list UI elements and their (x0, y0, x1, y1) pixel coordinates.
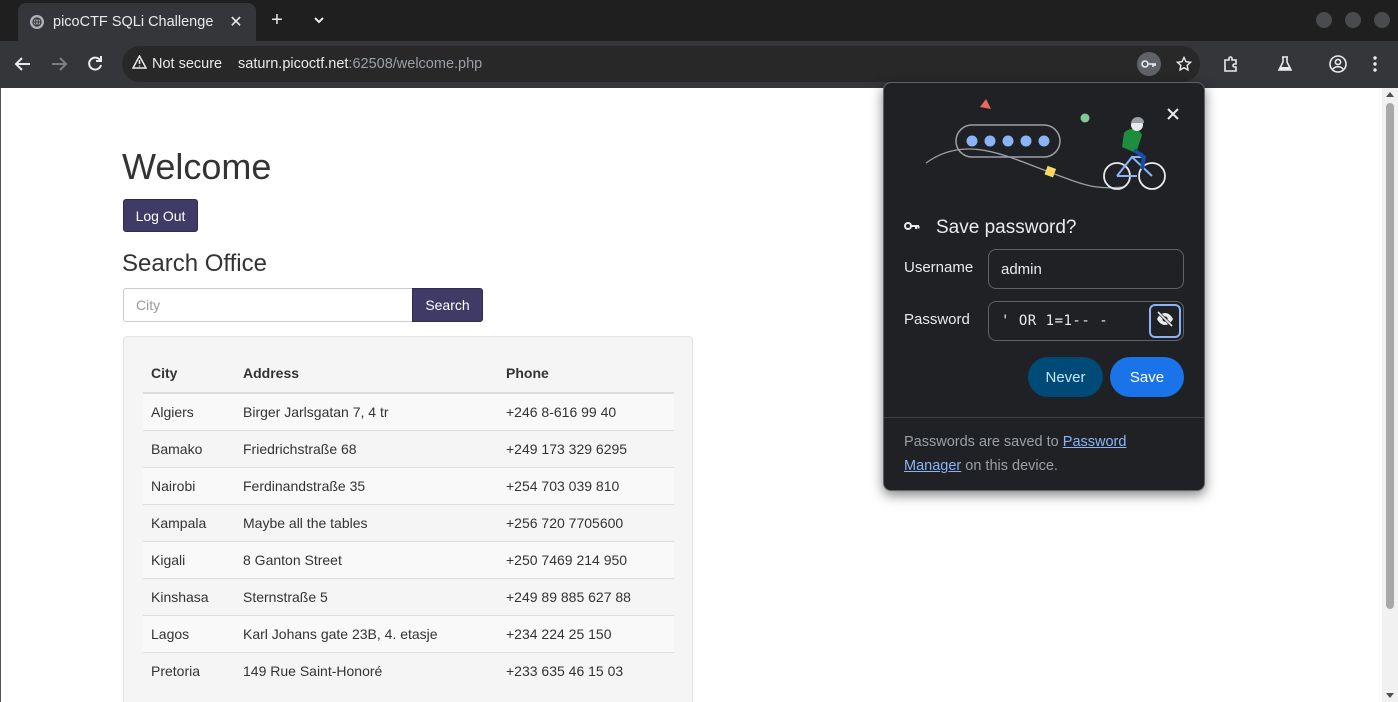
password-label: Password (904, 311, 970, 328)
cell-city: Lagos (143, 614, 235, 652)
cell-address: 8 Ganton Street (235, 540, 498, 578)
page-scrollbar[interactable] (1382, 88, 1398, 702)
cell-phone: +256 720 7705600 (498, 503, 674, 541)
cell-address: Friedrichstraße 68 (235, 429, 498, 467)
tab-search-chevron-icon[interactable] (308, 9, 330, 31)
password-key-icon[interactable] (1137, 52, 1161, 76)
table-row: Lagos Karl Johans gate 23B, 4. etasje +2… (143, 614, 674, 652)
reload-icon[interactable] (84, 53, 106, 75)
table-row: Nairobi Ferdinandstraße 35 +254 703 039 … (143, 466, 674, 504)
column-header-phone: Phone (498, 355, 674, 394)
username-label: Username (904, 259, 974, 276)
globe-icon (30, 15, 44, 29)
browser-toolbar: Not secure saturn.picoctf.net:62508/welc… (0, 41, 1398, 88)
cell-phone: +249 173 329 6295 (498, 429, 674, 467)
security-indicator[interactable]: Not secure (131, 46, 223, 82)
cell-address: Birger Jarlsgatan 7, 4 tr (243, 403, 389, 420)
scroll-down-arrow-icon[interactable] (1386, 693, 1394, 698)
tab-close-icon[interactable]: ✕ (226, 12, 246, 32)
toggle-password-visibility-button[interactable] (1149, 304, 1181, 338)
footer-text-end: on this device. (961, 458, 1058, 474)
footer-text: Passwords are saved to (904, 434, 1063, 450)
cell-phone: +250 7469 214 950 (498, 540, 674, 578)
eye-off-icon (1156, 310, 1174, 331)
table-row: Pretoria 149 Rue Saint-Honoré +233 635 4… (143, 651, 674, 689)
page-title: Welcome (122, 146, 272, 187)
cell-phone: +246 8-616 99 40 (506, 403, 617, 420)
save-password-dialog: Save password? Username admin Password '… (883, 82, 1205, 491)
tab-title: picoCTF SQLi Challenge (53, 14, 214, 30)
browser-tab[interactable]: picoCTF SQLi Challenge ✕ (18, 3, 256, 41)
cell-city: Pretoria (143, 651, 235, 689)
cell-address: 149 Rue Saint-Honoré (235, 651, 498, 689)
close-window-icon[interactable] (1374, 12, 1390, 28)
back-icon[interactable] (12, 53, 34, 75)
cell-address: Ferdinandstraße 35 (235, 466, 498, 504)
table-row: Kigali 8 Ganton Street +250 7469 214 950 (143, 540, 674, 578)
column-header-city: City (143, 355, 235, 394)
extensions-puzzle-icon[interactable] (1220, 53, 1242, 75)
menu-kebab-icon[interactable] (1364, 53, 1386, 75)
dialog-header: Save password? (904, 217, 1076, 239)
close-dialog-icon[interactable] (1163, 104, 1183, 124)
cell-city: Kigali (143, 540, 235, 578)
username-field[interactable]: admin (988, 249, 1184, 289)
cell-phone: +234 224 25 150 (498, 614, 674, 652)
password-field[interactable]: ' OR 1=1-- - (988, 301, 1184, 341)
username-value: admin (1001, 260, 1042, 278)
results-panel: City Address Phone Algiers Birger Jarlsg… (123, 336, 693, 702)
table-row: Algiers Birger Jarlsgatan 7, 4 tr +246 8… (143, 393, 674, 430)
dialog-title: Save password? (936, 217, 1077, 238)
cell-city: Kampala (143, 503, 235, 541)
security-label: Not secure (152, 56, 223, 72)
table-row: Bamako Friedrichstraße 68 +249 173 329 6… (143, 429, 674, 467)
key-icon (904, 219, 920, 237)
password-illustration-icon (925, 99, 1166, 190)
never-button[interactable]: Never (1028, 357, 1103, 397)
bookmark-star-icon[interactable] (1172, 52, 1196, 76)
city-search-input[interactable] (123, 288, 413, 322)
cell-address: Maybe all the tables (235, 503, 498, 541)
warning-icon (131, 54, 148, 73)
cell-phone: +249 89 885 627 88 (498, 577, 674, 615)
cell-address: Sternstraße 5 (235, 577, 498, 615)
cell-address: Karl Johans gate 23B, 4. etasje (235, 614, 498, 652)
search-heading: Search Office (122, 250, 267, 277)
cell-city: Bamako (143, 429, 235, 467)
scroll-up-arrow-icon[interactable] (1386, 92, 1394, 97)
labs-flask-icon[interactable] (1274, 53, 1296, 75)
profile-avatar-icon[interactable] (1327, 53, 1349, 75)
cell-city: Algiers (151, 403, 194, 420)
search-button[interactable]: Search (412, 288, 483, 322)
tab-strip: picoCTF SQLi Challenge ✕ + (0, 0, 1398, 41)
new-tab-icon[interactable]: + (266, 9, 288, 31)
cell-phone: +233 635 46 15 03 (498, 651, 674, 689)
cell-phone: +254 703 039 810 (498, 466, 674, 504)
offices-table: City Address Phone Algiers Birger Jarlsg… (143, 355, 674, 689)
url-path: :62508/welcome.php (348, 56, 483, 72)
maximize-icon[interactable] (1345, 12, 1361, 28)
table-header-row: City Address Phone (143, 355, 674, 394)
password-value: ' OR 1=1-- - (1001, 313, 1109, 329)
cell-city: Nairobi (143, 466, 235, 504)
save-button[interactable]: Save (1110, 357, 1184, 397)
column-header-address: Address (235, 355, 498, 394)
dialog-footer: Passwords are saved to Password Manager … (884, 417, 1204, 490)
url-text[interactable]: saturn.picoctf.net:62508/welcome.php (238, 46, 482, 82)
url-host: saturn.picoctf.net (238, 56, 349, 72)
minimize-icon[interactable] (1316, 12, 1332, 28)
table-row: Kinshasa Sternstraße 5 +249 89 885 627 8… (143, 577, 674, 615)
logout-button[interactable]: Log Out (123, 199, 198, 232)
address-bar[interactable]: Not secure saturn.picoctf.net:62508/welc… (122, 46, 1200, 82)
scroll-thumb[interactable] (1386, 103, 1394, 609)
cell-city: Kinshasa (143, 577, 235, 615)
table-row: Kampala Maybe all the tables +256 720 77… (143, 503, 674, 541)
forward-icon[interactable] (48, 53, 70, 75)
